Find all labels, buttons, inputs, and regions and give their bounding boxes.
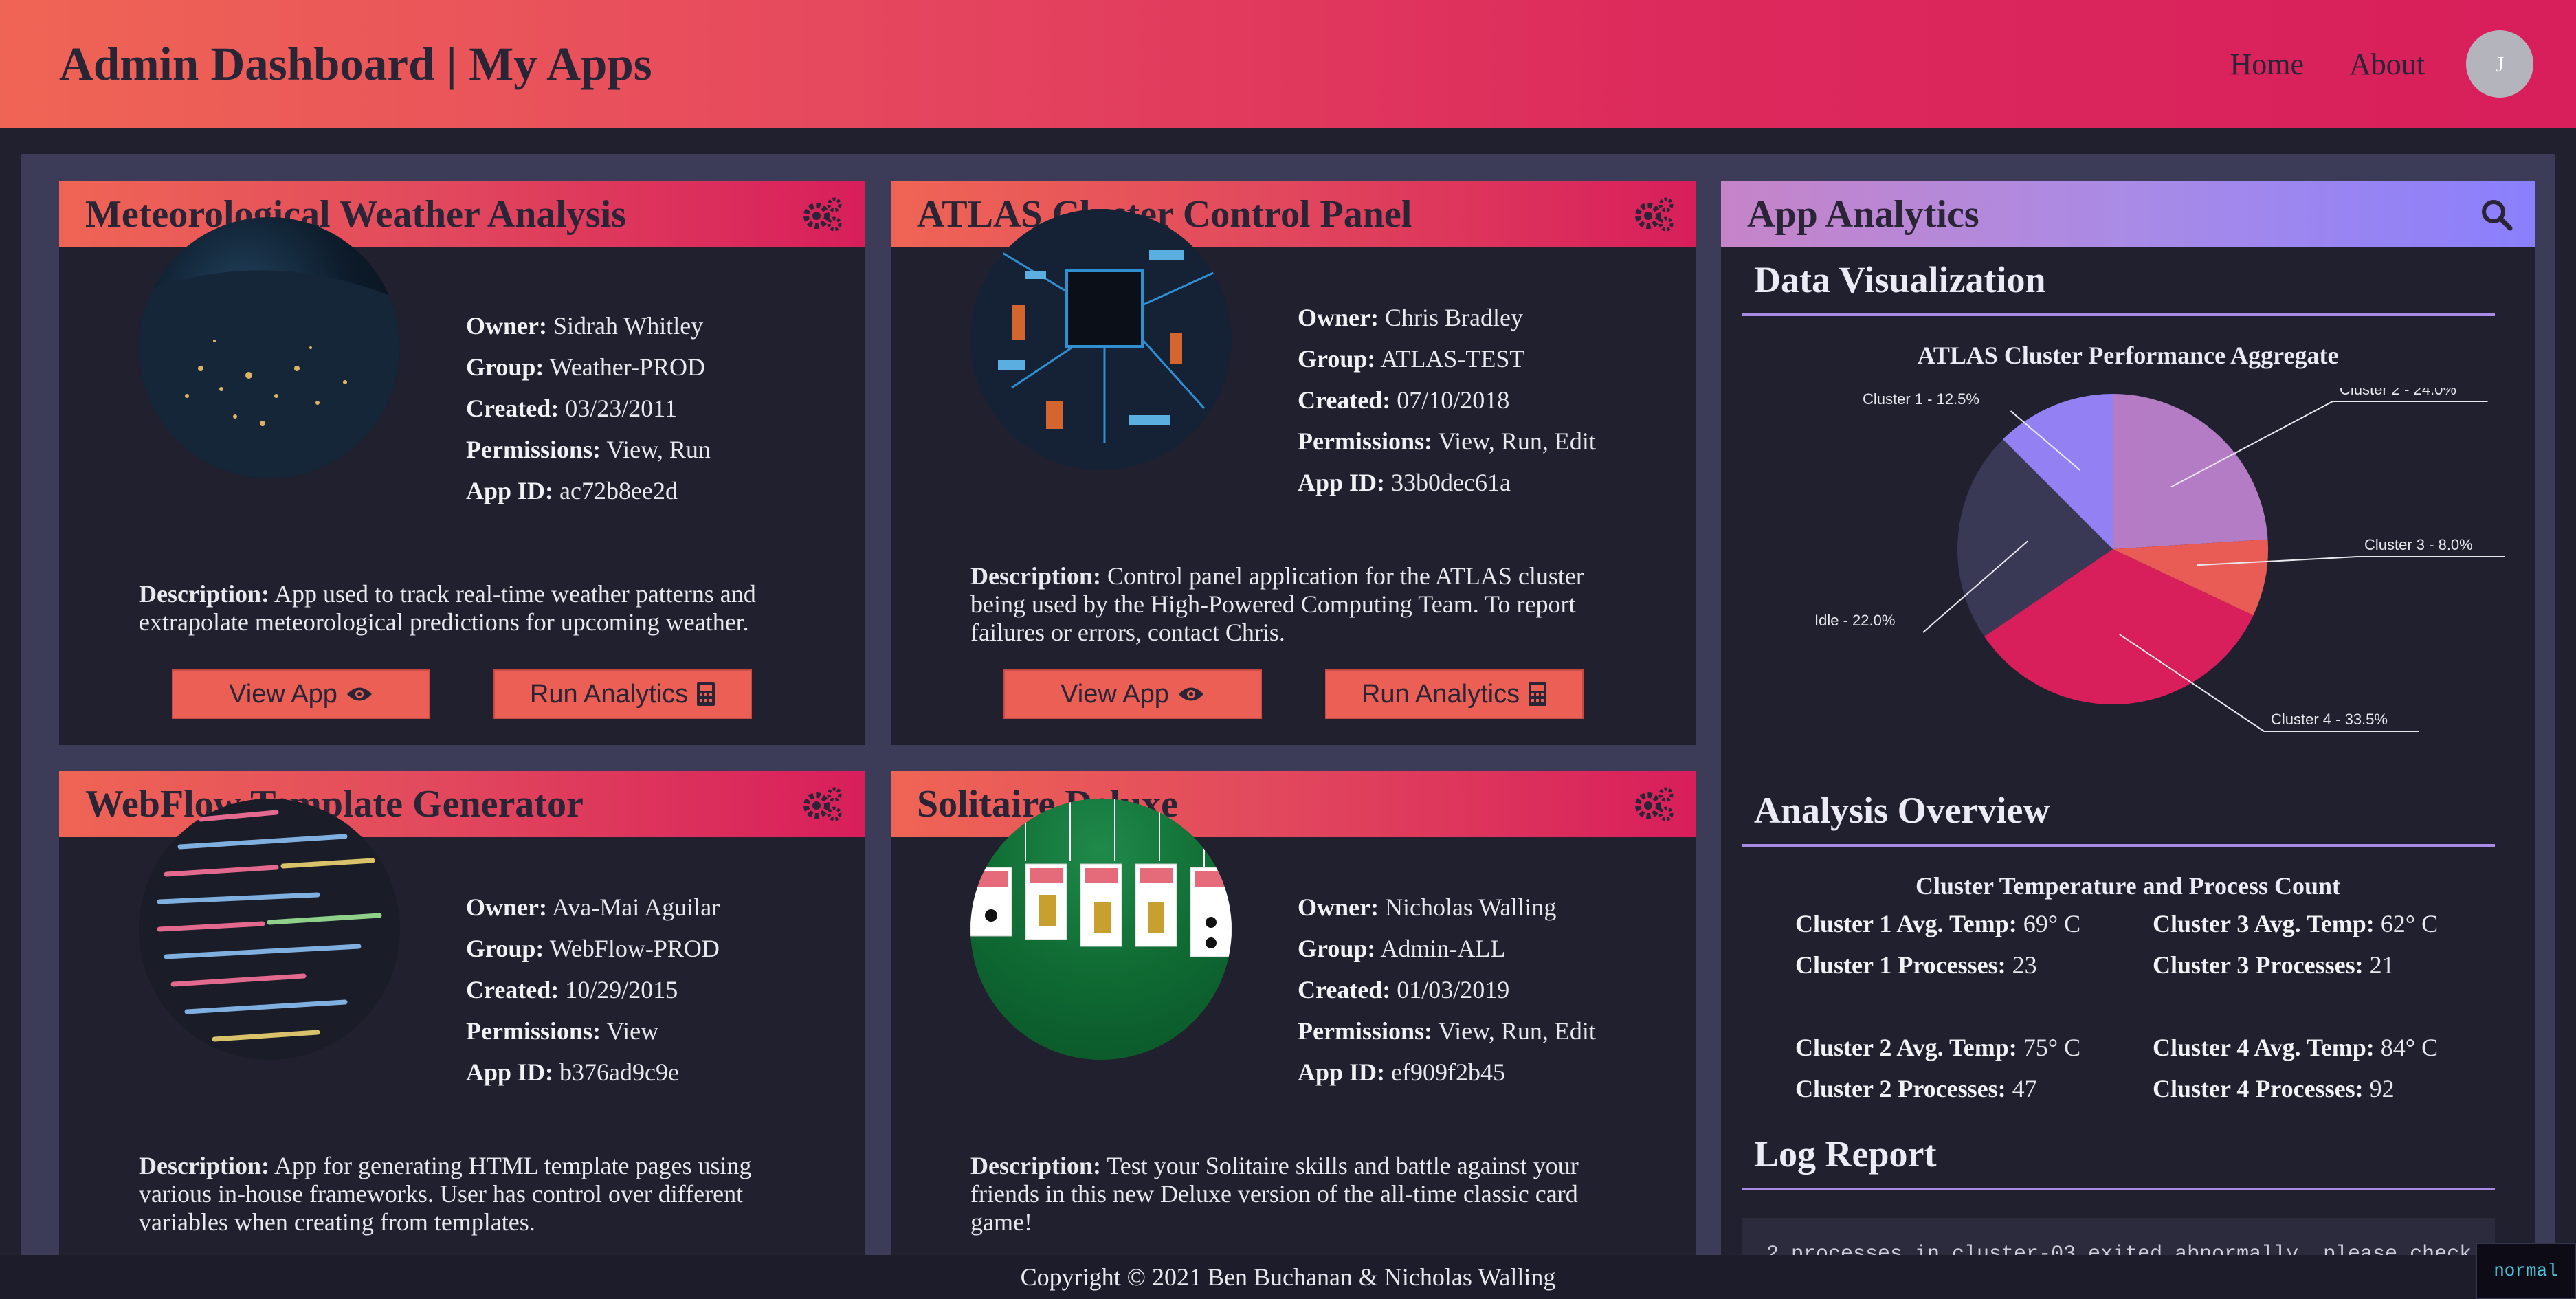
cluster1-temp: 69° C bbox=[2023, 910, 2081, 937]
app-info: Owner: Ava-Mai Aguilar Group: WebFlow-PR… bbox=[466, 893, 720, 1086]
code-screen-image bbox=[139, 799, 400, 1060]
editor-mode-indicator: normal bbox=[2476, 1243, 2576, 1299]
cluster4-temp: 84° C bbox=[2380, 1034, 2439, 1061]
eye-icon bbox=[346, 687, 372, 701]
created-value: 03/23/2011 bbox=[565, 395, 677, 422]
pie-slice-label: Cluster 4 - 33.5% bbox=[2271, 711, 2388, 728]
section-divider bbox=[1742, 313, 2495, 316]
log-report-heading: Log Report bbox=[1754, 1133, 1937, 1175]
circuit-board-image bbox=[970, 209, 1232, 470]
app-info: Owner: Nicholas Walling Group: Admin-ALL… bbox=[1298, 893, 1596, 1086]
pie-slice-label: Cluster 2 - 24.0% bbox=[2340, 388, 2456, 398]
nav-home-link[interactable]: Home bbox=[2230, 47, 2304, 82]
data-visualization-heading: Data Visualization bbox=[1754, 259, 2046, 300]
app-card-weather: Meteorological Weather Analysis Owner: S… bbox=[59, 181, 865, 745]
analytics-title: App Analytics bbox=[1747, 193, 1979, 236]
group-value: Admin-ALL bbox=[1380, 935, 1506, 962]
created-value: 10/29/2015 bbox=[565, 976, 678, 1003]
permissions-value: View, Run, Edit bbox=[1438, 1017, 1596, 1045]
pie-chart: Cluster 2 - 24.0% Cluster 3 - 8.0% Cluster… bbox=[1814, 388, 2505, 732]
app-description: Description: App used to track real-time… bbox=[139, 580, 756, 636]
cluster3-processes: 21 bbox=[2369, 951, 2395, 979]
analysis-overview-heading: Analysis Overview bbox=[1754, 790, 2050, 831]
app-card-header: ATLAS Cluster Control Panel bbox=[891, 181, 1696, 247]
app-card-header: Solitaire Deluxe bbox=[891, 771, 1696, 837]
analytics-header: App Analytics bbox=[1721, 181, 2535, 247]
section-divider bbox=[1742, 1188, 2495, 1190]
app-card-atlas: ATLAS Cluster Control Panel Owner: Chris… bbox=[891, 181, 1696, 745]
app-info: Owner: Sidrah Whitley Group: Weather-PRO… bbox=[466, 312, 711, 504]
app-id-value: 33b0dec61a bbox=[1391, 469, 1511, 496]
permissions-value: View, Run bbox=[606, 436, 711, 463]
gears-icon[interactable] bbox=[803, 197, 843, 232]
cluster-stats-right: Cluster 3 Avg. Temp: 62° C Cluster 3 Pro… bbox=[2153, 910, 2439, 1102]
permissions-value: View, Run, Edit bbox=[1438, 428, 1596, 455]
app-card-title: Meteorological Weather Analysis bbox=[85, 193, 627, 236]
view-app-button[interactable]: View App bbox=[1003, 669, 1262, 719]
earth-at-night-image bbox=[139, 217, 400, 478]
pie-slice bbox=[2113, 394, 2268, 549]
run-analytics-button[interactable]: Run Analytics bbox=[493, 669, 752, 719]
run-analytics-button[interactable]: Run Analytics bbox=[1325, 669, 1584, 719]
cluster3-temp: 62° C bbox=[2380, 910, 2439, 937]
eye-icon bbox=[1178, 687, 1203, 701]
gears-icon[interactable] bbox=[1634, 786, 1674, 822]
app-info: Owner: Chris Bradley Group: ATLAS-TEST C… bbox=[1298, 304, 1596, 496]
app-description: Description: App for generating HTML tem… bbox=[139, 1152, 752, 1236]
gears-icon[interactable] bbox=[803, 786, 843, 822]
section-divider bbox=[1742, 844, 2495, 847]
owner-value: Chris Bradley bbox=[1384, 304, 1523, 331]
app-card-header: Meteorological Weather Analysis bbox=[59, 181, 865, 247]
avatar[interactable]: J bbox=[2466, 30, 2533, 98]
group-value: WebFlow-PROD bbox=[549, 935, 720, 962]
gears-icon[interactable] bbox=[1634, 197, 1674, 232]
owner-value: Ava-Mai Aguilar bbox=[551, 893, 720, 921]
app-id-value: b376ad9c9e bbox=[559, 1058, 679, 1086]
main-nav: Home About bbox=[2230, 0, 2425, 128]
owner-value: Nicholas Walling bbox=[1384, 893, 1557, 921]
app-description: Description: Test your Solitaire skills … bbox=[970, 1152, 1579, 1236]
solitaire-cards-image bbox=[970, 799, 1232, 1060]
pie-slice-label: Cluster 1 - 12.5% bbox=[1863, 390, 1979, 408]
app-description: Description: Control panel application f… bbox=[970, 562, 1584, 646]
page-title: Admin Dashboard | My Apps bbox=[59, 37, 652, 90]
app-card-solitaire: Solitaire Deluxe Owner: Nicholas Walling… bbox=[891, 771, 1696, 1281]
search-icon[interactable] bbox=[2480, 198, 2513, 231]
group-value: ATLAS-TEST bbox=[1380, 345, 1525, 373]
created-value: 01/03/2019 bbox=[1397, 976, 1510, 1003]
calculator-icon bbox=[697, 682, 715, 706]
permissions-value: View bbox=[606, 1017, 659, 1045]
app-id-value: ac72b8ee2d bbox=[559, 477, 678, 504]
chart-title: ATLAS Cluster Performance Aggregate bbox=[1917, 342, 2339, 369]
top-navbar: Admin Dashboard | My Apps Home About J bbox=[0, 0, 2576, 128]
app-card-header: WebFlow Template Generator bbox=[59, 771, 865, 837]
cluster-stats-left: Cluster 1 Avg. Temp: 69° C Cluster 1 Pro… bbox=[1795, 910, 2081, 1102]
cluster4-processes: 92 bbox=[2369, 1075, 2395, 1102]
cluster2-processes: 47 bbox=[2012, 1075, 2037, 1102]
created-value: 07/10/2018 bbox=[1397, 386, 1510, 414]
owner-value: Sidrah Whitley bbox=[553, 312, 704, 340]
overview-title: Cluster Temperature and Process Count bbox=[1915, 872, 2340, 900]
view-app-button[interactable]: View App bbox=[172, 669, 430, 719]
calculator-icon bbox=[1529, 682, 1547, 706]
app-id-value: ef909f2b45 bbox=[1391, 1058, 1506, 1086]
nav-about-link[interactable]: About bbox=[2349, 47, 2425, 82]
pie-slice-label: Cluster 3 - 8.0% bbox=[2364, 536, 2473, 553]
analytics-panel: App Analytics Data Visualization ATLAS C… bbox=[1721, 181, 2535, 1281]
dashboard-frame: Meteorological Weather Analysis Owner: S… bbox=[21, 154, 2555, 1281]
group-value: Weather-PROD bbox=[549, 353, 706, 381]
cluster1-processes: 23 bbox=[2012, 951, 2037, 979]
app-card-webflow: WebFlow Template Generator Owner: Ava-Ma… bbox=[59, 771, 865, 1281]
footer-copyright: Copyright © 2021 Ben Buchanan & Nicholas… bbox=[0, 1255, 2576, 1299]
cluster2-temp: 75° C bbox=[2023, 1034, 2081, 1061]
pie-slice-label: Idle - 22.0% bbox=[1814, 612, 1895, 629]
